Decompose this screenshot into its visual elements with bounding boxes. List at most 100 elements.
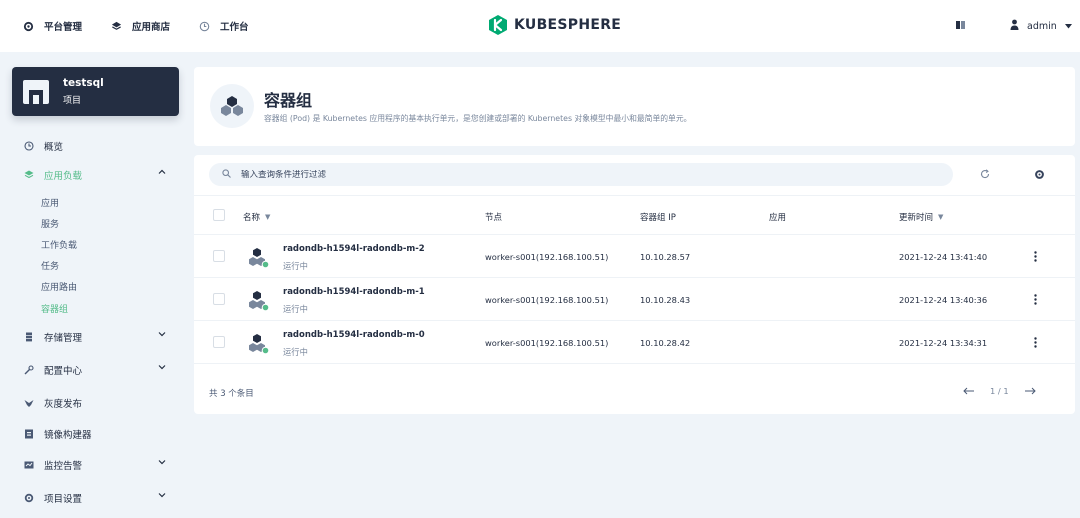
pod-name-link[interactable]: radondb-h1594l-radondb-m-0 [283, 330, 425, 340]
table-settings-button[interactable] [1032, 167, 1046, 181]
sidebar-item-monitoring[interactable]: 监控告警 [24, 458, 174, 472]
sidebar-subitem-jobs[interactable]: 任务 [41, 259, 59, 272]
more-vertical-icon [1033, 293, 1037, 305]
sidebar-item-label: 概览 [44, 142, 64, 153]
caret-down-icon [1064, 21, 1072, 32]
nav-workbench[interactable]: 工作台 [198, 19, 249, 33]
sort-caret-icon: ▼ [938, 213, 944, 221]
user-name: admin [1027, 20, 1057, 32]
column-header-updated[interactable]: 更新时间 ▼ [899, 211, 943, 223]
sidebar-subitem-services[interactable]: 服务 [41, 217, 59, 230]
nav-app-store-label: 应用商店 [132, 22, 171, 33]
row-checkbox[interactable] [213, 293, 225, 305]
select-all-checkbox[interactable] [213, 209, 225, 221]
search-input[interactable] [241, 169, 931, 180]
next-page-button[interactable] [1023, 386, 1037, 396]
chevron-down-icon [158, 458, 166, 469]
project-icon [23, 79, 49, 104]
column-header-name[interactable]: 名称 ▼ [243, 211, 270, 223]
table-header: 名称 ▼ 节点 容器组 IP 应用 更新时间 ▼ [194, 195, 1075, 235]
table-row[interactable]: radondb-h1594l-radondb-m-2 运行中 worker-s0… [194, 235, 1075, 278]
sidebar-item-storage[interactable]: 存储管理 [24, 330, 174, 344]
nav-platform-label: 平台管理 [44, 22, 83, 33]
image-builder-icon [24, 429, 34, 439]
chevron-down-icon [158, 330, 166, 341]
pod-updated-time: 2021-12-24 13:41:40 [899, 252, 988, 262]
sidebar-item-grayscale[interactable]: 灰度发布 [24, 396, 174, 410]
sidebar-subitem-workloads[interactable]: 工作负载 [41, 238, 77, 251]
document-icon[interactable] [956, 21, 965, 29]
project-name: testsql [63, 77, 104, 89]
column-header-label: 名称 [243, 213, 261, 223]
search-bar[interactable] [209, 163, 953, 186]
column-header-app: 应用 [769, 211, 786, 223]
column-header-label: 节点 [485, 213, 503, 223]
pod-node: worker-s001(192.168.100.51) [485, 252, 609, 262]
pod-updated-time: 2021-12-24 13:34:31 [899, 338, 988, 348]
column-header-label: 更新时间 [899, 213, 934, 223]
gear-icon [22, 20, 34, 32]
sidebar-item-image-builder[interactable]: 镜像构建器 [24, 427, 174, 441]
sidebar-item-config[interactable]: 配置中心 [24, 363, 174, 377]
sort-caret-icon: ▼ [265, 213, 271, 221]
pod-ip: 10.10.28.42 [640, 338, 691, 348]
project-type: 项目 [63, 96, 82, 106]
kubesphere-logo[interactable]: KUBESPHERE [488, 14, 621, 36]
monitor-icon [24, 460, 34, 470]
table-toolbar [194, 155, 1075, 195]
nav-app-store[interactable]: 应用商店 [110, 19, 170, 33]
total-count: 共 3 个条目 [209, 389, 254, 399]
prev-page-button[interactable] [962, 386, 976, 396]
layers-icon [110, 20, 122, 32]
refresh-icon [980, 169, 990, 179]
row-checkbox[interactable] [213, 336, 225, 348]
nav-platform-management[interactable]: 平台管理 [22, 19, 82, 33]
pod-ip: 10.10.28.43 [640, 295, 691, 305]
row-more-button[interactable] [1030, 292, 1040, 306]
sidebar: testsql 项目 概览 应用负载 应用 服务 工作负载 任务 应用路由 容器… [0, 52, 190, 518]
pod-status: 运行中 [283, 347, 308, 357]
pod-node: worker-s001(192.168.100.51) [485, 295, 609, 305]
sidebar-subitem-pods[interactable]: 容器组 [41, 302, 68, 315]
gear-icon [1034, 169, 1044, 179]
page-description: 容器组 (Pod) 是 Kubernetes 应用程序的基本执行单元，是您创建或… [264, 114, 692, 123]
table-row[interactable]: radondb-h1594l-radondb-m-1 运行中 worker-s0… [194, 278, 1075, 321]
page-title: 容器组 [264, 91, 313, 110]
project-selector[interactable]: testsql 项目 [12, 67, 179, 116]
dashboard-icon [198, 20, 210, 32]
pod-name-link[interactable]: radondb-h1594l-radondb-m-2 [283, 244, 425, 254]
page-indicator: 1 / 1 [990, 386, 1009, 396]
pod-name-link[interactable]: radondb-h1594l-radondb-m-1 [283, 287, 425, 297]
pod-status: 运行中 [283, 304, 308, 314]
sidebar-item-label: 配置中心 [44, 366, 83, 377]
user-menu[interactable]: admin [1010, 19, 1072, 33]
arrow-right-icon [1024, 387, 1036, 395]
more-vertical-icon [1033, 336, 1037, 348]
sidebar-subitem-apps[interactable]: 应用 [41, 196, 59, 209]
sidebar-item-label: 存储管理 [44, 333, 83, 344]
top-nav: 平台管理 应用商店 工作台 [0, 19, 277, 33]
database-icon [24, 332, 34, 342]
sidebar-item-label: 监控告警 [44, 461, 83, 472]
top-bar: 平台管理 应用商店 工作台 KUBESPHERE admin [0, 0, 1080, 52]
user-icon [1010, 19, 1019, 33]
pod-icon [249, 334, 270, 355]
row-more-button[interactable] [1030, 335, 1040, 349]
sidebar-item-label: 项目设置 [44, 494, 83, 505]
chevron-up-icon [158, 168, 166, 179]
row-checkbox[interactable] [213, 250, 225, 262]
row-more-button[interactable] [1030, 249, 1040, 263]
sidebar-item-overview[interactable]: 概览 [24, 139, 174, 153]
refresh-button[interactable] [978, 167, 992, 181]
pod-updated-time: 2021-12-24 13:40:36 [899, 295, 988, 305]
sidebar-item-label: 灰度发布 [44, 399, 83, 410]
sidebar-item-settings[interactable]: 项目设置 [24, 491, 174, 505]
kubesphere-logo-icon [489, 15, 507, 35]
table-row[interactable]: radondb-h1594l-radondb-m-0 运行中 worker-s0… [194, 321, 1075, 364]
sidebar-item-label: 应用负载 [44, 171, 83, 182]
sidebar-item-workloads[interactable]: 应用负载 [24, 168, 174, 182]
pod-ip: 10.10.28.57 [640, 252, 691, 262]
nav-workbench-label: 工作台 [220, 22, 249, 33]
sidebar-subitem-routes[interactable]: 应用路由 [41, 280, 77, 293]
pod-icon [249, 248, 270, 269]
